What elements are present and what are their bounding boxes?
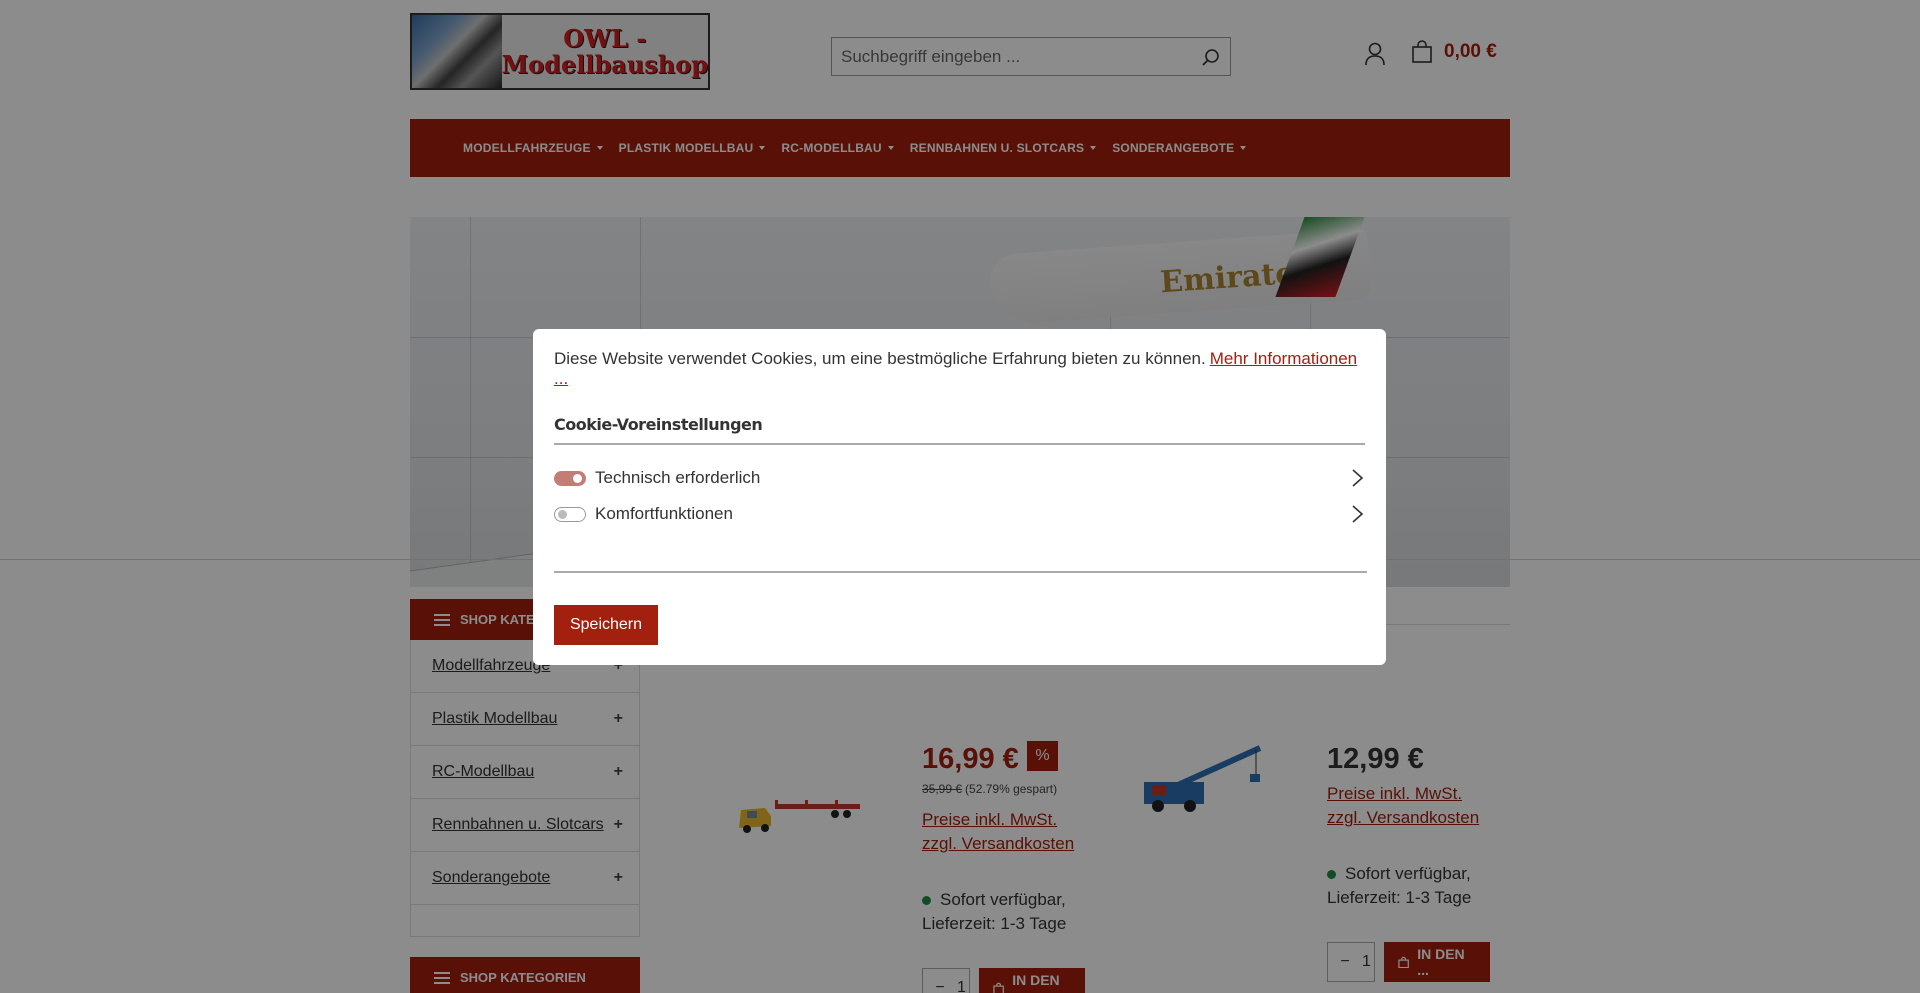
cookie-notice: Diese Website verwendet Cookies, um eine… [554,349,1365,389]
save-button[interactable]: Speichern [554,605,658,645]
comfort-toggle[interactable] [554,506,586,522]
cookie-pref-technical[interactable]: Technisch erforderlich [554,468,1367,488]
cookie-consent-dialog: Diese Website verwendet Cookies, um eine… [533,329,1386,665]
cookie-pref-comfort[interactable]: Komfortfunktionen [554,504,1367,524]
chevron-right-icon[interactable] [1347,504,1367,524]
technical-toggle[interactable] [554,470,586,486]
pref-label: Komfortfunktionen [595,504,733,523]
modal-divider [554,571,1367,573]
cookie-notice-text: Diese Website verwendet Cookies, um eine… [554,349,1206,368]
cookie-settings-title: Cookie-Voreinstellungen [554,415,1365,445]
pref-label: Technisch erforderlich [595,468,761,487]
chevron-right-icon[interactable] [1347,468,1367,488]
